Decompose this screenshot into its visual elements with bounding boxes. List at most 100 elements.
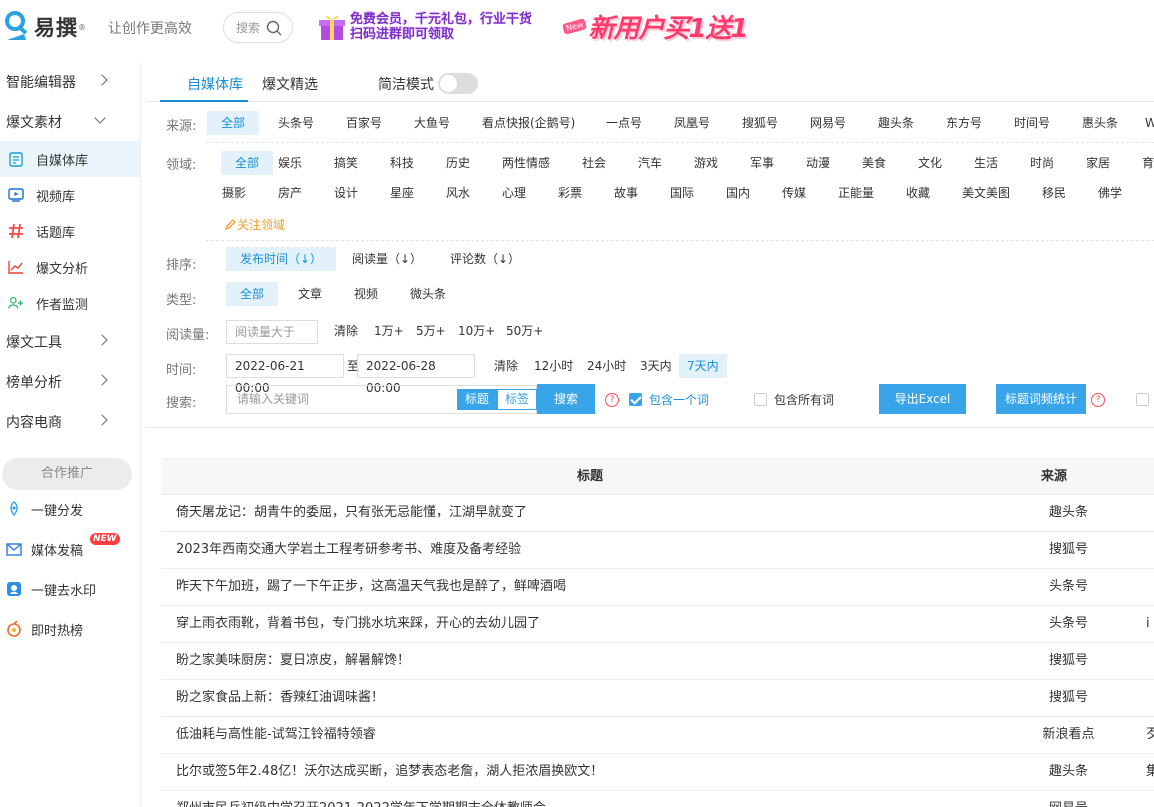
header-search[interactable]: 搜索 bbox=[223, 12, 293, 43]
extra-checkbox[interactable] bbox=[1136, 393, 1149, 406]
domain-chip[interactable]: 国内 bbox=[712, 181, 764, 205]
domain-chip[interactable]: 两性情感 bbox=[488, 151, 564, 175]
column-header-title[interactable]: 标题 bbox=[577, 459, 603, 495]
type-chip[interactable]: 视频 bbox=[340, 282, 392, 306]
search-scope-title[interactable]: 标题 bbox=[457, 389, 498, 410]
source-chip[interactable]: 惠头条 bbox=[1068, 111, 1132, 135]
domain-chip[interactable]: 彩票 bbox=[544, 181, 596, 205]
tab-featured-articles[interactable]: 爆文精选 bbox=[262, 74, 318, 94]
row-title[interactable]: 比尔或签5年2.48亿！沃尔达成买断，追梦表态老詹，湖人拒浓眉换欧文！ bbox=[176, 754, 603, 790]
type-chip[interactable]: 文章 bbox=[284, 282, 336, 306]
domain-chip[interactable]: 摄影 bbox=[208, 181, 260, 205]
domain-chip[interactable]: 星座 bbox=[376, 181, 428, 205]
row-title[interactable]: 穿上雨衣雨靴，背着书包，专门挑水坑来踩，开心的去幼儿园了 bbox=[176, 606, 540, 642]
tab-media-library[interactable]: 自媒体库 bbox=[187, 74, 243, 94]
domain-chip[interactable]: 游戏 bbox=[680, 151, 732, 175]
domain-chip[interactable]: 移民 bbox=[1028, 181, 1080, 205]
source-chip[interactable]: 大鱼号 bbox=[400, 111, 464, 135]
row-title[interactable]: 2023年西南交通大学岩土工程考研参考书、难度及备考经验 bbox=[176, 532, 521, 568]
domain-chip[interactable]: 育 bbox=[1128, 151, 1154, 175]
table-row[interactable]: 昨天下午加班，踢了一下午正步，这高温天气我也是醉了，鲜啤酒喝 头条号 bbox=[161, 569, 1154, 606]
source-chip[interactable]: 东方号 bbox=[932, 111, 996, 135]
follow-domain-link[interactable]: 关注领域 bbox=[224, 216, 285, 233]
sidebar-item-media-publish[interactable]: 媒体发稿 NEW bbox=[0, 531, 140, 567]
domain-chip[interactable]: 房产 bbox=[264, 181, 316, 205]
sidebar-item-video-library[interactable]: 视频库 bbox=[0, 177, 140, 213]
sidebar-group-editor[interactable]: 智能编辑器 bbox=[0, 64, 140, 100]
new-user-promo[interactable]: New 新用户买1送1 bbox=[561, 8, 749, 45]
row-title[interactable]: 盼之家美味厨房：夏日凉皮，解暑解馋！ bbox=[176, 643, 410, 679]
domain-chip[interactable]: 美文美图 bbox=[948, 181, 1024, 205]
time-option-active[interactable]: 7天内 bbox=[679, 354, 727, 378]
sort-comment-count[interactable]: 评论数（↓） bbox=[436, 247, 534, 271]
table-row[interactable]: 低油耗与高性能-试驾江铃福特领睿 新浪看点 歹 bbox=[161, 717, 1154, 754]
table-row[interactable]: 倚天屠龙记：胡青牛的委屈，只有张无忌能懂，江湖早就变了 趣头条 bbox=[161, 495, 1154, 532]
read-option[interactable]: 10万+ bbox=[458, 319, 495, 343]
promo-banner-group[interactable]: 免费会员，千元礼包，行业干货 扫码进群即可领取 bbox=[318, 10, 532, 44]
source-chip[interactable]: 时间号 bbox=[1000, 111, 1064, 135]
time-option[interactable]: 24小时 bbox=[587, 354, 626, 378]
row-title[interactable]: 倚天屠龙记：胡青牛的委屈，只有张无忌能懂，江湖早就变了 bbox=[176, 495, 527, 531]
domain-chip[interactable]: 汽车 bbox=[624, 151, 676, 175]
source-chip[interactable]: W bbox=[1131, 111, 1154, 135]
row-title[interactable]: 郑州市民兵初级中学召开2021-2022学年下学期期末全体教师会 bbox=[176, 791, 546, 807]
read-option[interactable]: 5万+ bbox=[416, 319, 446, 343]
brand-logo[interactable]: 易撰 ® bbox=[4, 10, 86, 44]
domain-chip[interactable]: 故事 bbox=[600, 181, 652, 205]
type-chip[interactable]: 微头条 bbox=[396, 282, 460, 306]
contain-all-checkbox[interactable] bbox=[754, 393, 767, 406]
title-frequency-button[interactable]: 标题词频统计 bbox=[996, 384, 1086, 414]
source-chip[interactable]: 全部 bbox=[207, 111, 260, 135]
row-title[interactable]: 盼之家食品上新：香辣红油调味酱！ bbox=[176, 680, 384, 716]
domain-chip[interactable]: 时尚 bbox=[1016, 151, 1068, 175]
time-option[interactable]: 3天内 bbox=[640, 354, 672, 378]
domain-chip[interactable]: 娱乐 bbox=[264, 151, 316, 175]
domain-chip[interactable]: 国际 bbox=[656, 181, 708, 205]
type-chip[interactable]: 全部 bbox=[226, 282, 279, 306]
end-date-input[interactable]: 2022-06-28 00:00 bbox=[357, 354, 475, 395]
table-row[interactable]: 盼之家美味厨房：夏日凉皮，解暑解馋！ 搜狐号 bbox=[161, 643, 1154, 680]
source-chip[interactable]: 一点号 bbox=[592, 111, 656, 135]
sidebar-item-author-monitor[interactable]: 作者监测 bbox=[0, 285, 140, 321]
domain-chip[interactable]: 正能量 bbox=[824, 181, 888, 205]
source-chip[interactable]: 网易号 bbox=[796, 111, 860, 135]
table-row[interactable]: 穿上雨衣雨靴，背着书包，专门挑水坑来踩，开心的去幼儿园了 头条号 i bbox=[161, 606, 1154, 643]
row-title[interactable]: 低油耗与高性能-试驾江铃福特领睿 bbox=[176, 717, 376, 753]
source-chip[interactable]: 看点快报(企鹅号) bbox=[468, 111, 589, 135]
domain-chip[interactable]: 风水 bbox=[432, 181, 484, 205]
source-chip[interactable]: 百家号 bbox=[332, 111, 396, 135]
domain-chip[interactable]: 科技 bbox=[376, 151, 428, 175]
table-row[interactable]: 比尔或签5年2.48亿！沃尔达成买断，追梦表态老詹，湖人拒浓眉换欧文！ 趣头条 集 bbox=[161, 754, 1154, 791]
sidebar-item-hot-list[interactable]: 即时热榜 bbox=[0, 611, 140, 647]
domain-chip[interactable]: 心理 bbox=[488, 181, 540, 205]
domain-chip[interactable]: 设计 bbox=[320, 181, 372, 205]
sidebar-group-tools[interactable]: 爆文工具 bbox=[0, 324, 140, 360]
domain-chip[interactable]: 生活 bbox=[960, 151, 1012, 175]
sidebar-item-remove-watermark[interactable]: 一键去水印 bbox=[0, 571, 140, 607]
sidebar-item-article-analysis[interactable]: 爆文分析 bbox=[0, 249, 140, 285]
table-row[interactable]: 盼之家食品上新：香辣红油调味酱！ 搜狐号 bbox=[161, 680, 1154, 717]
sidebar-item-one-click-distribute[interactable]: 一键分发 bbox=[0, 491, 140, 527]
help-icon[interactable]: ? bbox=[605, 393, 619, 407]
sort-read-count[interactable]: 阅读量（↓） bbox=[338, 247, 436, 271]
sidebar-item-media-library[interactable]: 自媒体库 bbox=[0, 141, 140, 177]
column-header-source[interactable]: 来源 bbox=[1041, 459, 1067, 495]
row-title[interactable]: 昨天下午加班，踢了一下午正步，这高温天气我也是醉了，鲜啤酒喝 bbox=[176, 569, 566, 605]
time-clear[interactable]: 清除 bbox=[494, 354, 518, 378]
sidebar-group-materials[interactable]: 爆文素材 bbox=[0, 104, 140, 140]
source-chip[interactable]: 凤凰号 bbox=[660, 111, 724, 135]
read-clear[interactable]: 清除 bbox=[334, 319, 358, 343]
source-chip[interactable]: 趣头条 bbox=[864, 111, 928, 135]
read-option[interactable]: 50万+ bbox=[506, 319, 543, 343]
source-chip[interactable]: 搜狐号 bbox=[728, 111, 792, 135]
domain-chip[interactable]: 搞笑 bbox=[320, 151, 372, 175]
domain-chip[interactable]: 传媒 bbox=[768, 181, 820, 205]
sidebar-group-rankings[interactable]: 榜单分析 bbox=[0, 364, 140, 400]
domain-chip[interactable]: 文化 bbox=[904, 151, 956, 175]
time-option[interactable]: 12小时 bbox=[534, 354, 573, 378]
contain-one-checkbox[interactable] bbox=[629, 393, 642, 406]
sidebar-group-ecommerce[interactable]: 内容电商 bbox=[0, 404, 140, 440]
export-excel-button[interactable]: 导出Excel bbox=[879, 384, 966, 414]
domain-chip[interactable]: 社会 bbox=[568, 151, 620, 175]
source-chip[interactable]: 头条号 bbox=[264, 111, 328, 135]
